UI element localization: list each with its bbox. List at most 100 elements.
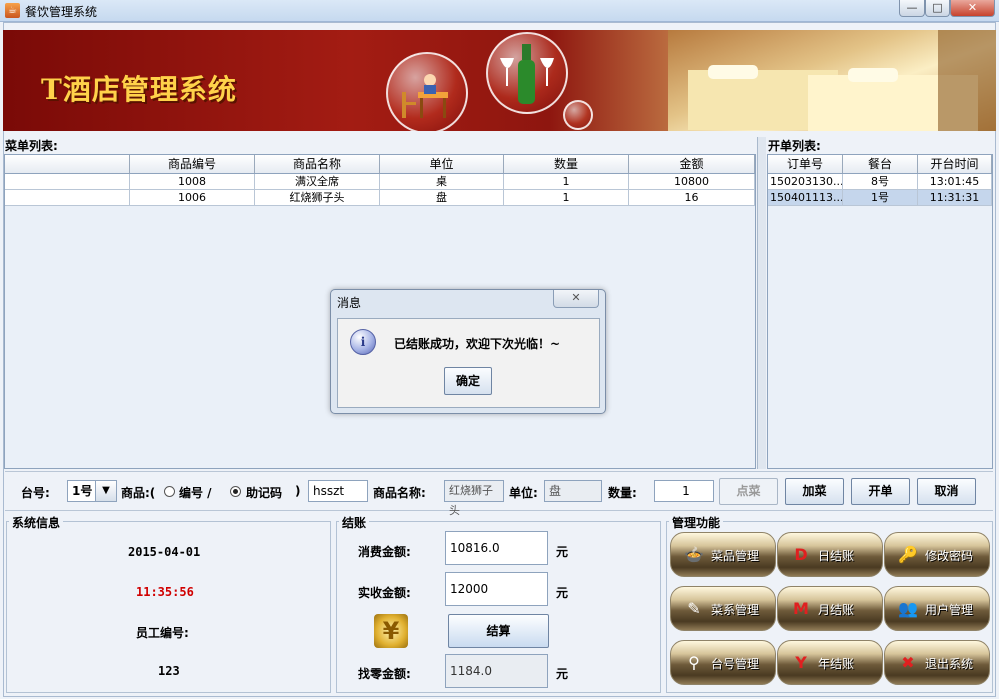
minimize-button[interactable]: —: [899, 0, 925, 17]
table-cell: 10800: [629, 174, 755, 189]
mgmt-button-label: 修改密码: [925, 549, 974, 563]
yuan-icon: ¥: [374, 614, 408, 648]
table-row-selected[interactable]: 150401113... 1号 11:31:31: [768, 190, 992, 206]
change-amount-label: 找零金额:: [358, 667, 411, 681]
dialog-body: i 已结账成功，欢迎下次光临！~ 确定: [337, 318, 600, 408]
wine-bubble-image: [486, 32, 568, 114]
window-titlebar: ☕ 餐饮管理系统 — □ ✕: [0, 0, 999, 22]
order-controls: 台号: 1号 ▼ 商品:( 编号 / 助记码 ) hsszt 商品名称: 红烧狮…: [5, 471, 993, 517]
dining-bubble-image: [386, 52, 468, 131]
dialog-close-button[interactable]: ✕: [553, 290, 599, 308]
mgmt-button[interactable]: ✎ 菜系管理: [670, 586, 776, 631]
paid-amount-input[interactable]: 12000: [445, 572, 548, 606]
users-icon: 👥: [898, 599, 918, 618]
order-col-header[interactable]: 开台时间: [918, 155, 992, 173]
mgmt-button[interactable]: D 日结账: [777, 532, 883, 577]
employee-no-label: 员工编号:: [136, 626, 189, 640]
table-cell: [5, 174, 130, 189]
menu-col-header[interactable]: 金额: [629, 155, 755, 173]
consume-amount-label: 消费金额:: [358, 545, 411, 559]
table-cell: 16: [629, 190, 755, 205]
daily-checkout-icon: D: [794, 545, 808, 564]
table-cell: 11:31:31: [918, 190, 992, 205]
order-list-table: 订单号 餐台 开台时间 150203130... 8号 13:01:45 150…: [767, 154, 993, 469]
qty-label: 数量:: [608, 486, 637, 500]
table-cell: 1: [504, 190, 629, 205]
goods-name-label: 商品名称:: [373, 486, 426, 500]
mgmt-button-label: 台号管理: [711, 657, 760, 671]
table-cell: 13:01:45: [918, 174, 992, 189]
table-row[interactable]: 150203130... 8号 13:01:45: [768, 174, 992, 190]
menu-col-header[interactable]: 单位: [380, 155, 504, 173]
mgmt-button[interactable]: 👥 用户管理: [884, 586, 990, 631]
open-order-button[interactable]: 开单: [851, 478, 910, 505]
mgmt-button-label: 日结账: [818, 549, 855, 563]
mgmt-button[interactable]: 🍲 菜品管理: [670, 532, 776, 577]
maximize-button[interactable]: □: [925, 0, 950, 17]
table-icon: ⚲: [688, 653, 700, 672]
cancel-button[interactable]: 取消: [917, 478, 976, 505]
mgmt-button[interactable]: Y 年结账: [777, 640, 883, 685]
chevron-down-icon[interactable]: ▼: [95, 481, 116, 501]
current-date: 2015-04-01: [128, 545, 201, 559]
table-cell: 桌: [380, 174, 504, 189]
current-time: 11:35:56: [136, 585, 194, 599]
menu-col-header[interactable]: [5, 155, 130, 173]
mnemonic-input[interactable]: hsszt: [308, 480, 368, 502]
order-dish-button[interactable]: 点菜: [719, 478, 778, 505]
hotel-room-image: [668, 30, 996, 131]
radio-mnemonic[interactable]: [230, 486, 241, 497]
dish-icon: 🍲: [684, 545, 704, 564]
monthly-checkout-icon: M: [793, 599, 809, 618]
mgmt-button[interactable]: ⚲ 台号管理: [670, 640, 776, 685]
system-info-title: 系统信息: [9, 514, 64, 531]
order-col-header[interactable]: 餐台: [843, 155, 918, 173]
message-dialog: 消息 ✕ i 已结账成功，欢迎下次光临！~ 确定: [330, 289, 606, 414]
change-amount-field: 1184.0: [445, 654, 548, 688]
consume-amount-field[interactable]: 10816.0: [445, 531, 548, 565]
menu-col-header[interactable]: 数量: [504, 155, 629, 173]
dialog-message: 已结账成功，欢迎下次光临！~: [394, 337, 561, 351]
window-title: 餐饮管理系统: [25, 5, 98, 19]
order-list-label: 开单列表:: [768, 139, 821, 153]
splitter-handle[interactable]: [757, 137, 766, 469]
menu-col-header[interactable]: 商品名称: [255, 155, 380, 173]
add-dish-button[interactable]: 加菜: [785, 478, 844, 505]
dialog-ok-button[interactable]: 确定: [444, 367, 492, 395]
mgmt-button-label: 退出系统: [925, 657, 974, 671]
table-cell: 盘: [380, 190, 504, 205]
order-col-header[interactable]: 订单号: [768, 155, 843, 173]
yuan-unit: 元: [556, 586, 569, 600]
management-title: 管理功能: [669, 514, 724, 531]
mgmt-button[interactable]: M 月结账: [777, 586, 883, 631]
mgmt-button-label: 菜品管理: [711, 549, 760, 563]
goods-name-field: 红烧狮子头: [444, 480, 504, 517]
exit-icon: ✖: [901, 653, 915, 672]
mgmt-button[interactable]: ✖ 退出系统: [884, 640, 990, 685]
mgmt-button-label: 菜系管理: [711, 603, 760, 617]
radio-mnemonic-label: 助记码: [246, 486, 283, 500]
menu-list-header: 商品编号 商品名称 单位 数量 金额: [5, 155, 755, 174]
yearly-checkout-icon: Y: [795, 653, 807, 672]
banner: T酒店管理系统: [3, 30, 996, 131]
checkout-title: 结账: [339, 514, 370, 531]
menu-col-header[interactable]: 商品编号: [130, 155, 255, 173]
table-cell: 8号: [843, 174, 918, 189]
java-app-icon: ☕: [5, 3, 20, 18]
table-row[interactable]: 1006 红烧狮子头 盘 1 16: [5, 190, 755, 206]
table-row[interactable]: 1008 满汉全席 桌 1 10800: [5, 174, 755, 190]
table-cell: 1号: [843, 190, 918, 205]
yuan-unit: 元: [556, 667, 569, 681]
employee-no-value: 123: [158, 664, 180, 678]
paren-close: ): [295, 484, 301, 498]
goods-label: 商品:(: [121, 486, 156, 500]
dialog-title: 消息: [337, 296, 362, 310]
settle-button[interactable]: 结算: [448, 614, 549, 648]
radio-code-label: 编号 /: [179, 486, 212, 500]
radio-code[interactable]: [164, 486, 175, 497]
qty-input[interactable]: 1: [654, 480, 714, 502]
cuisine-icon: ✎: [687, 599, 701, 618]
mgmt-button[interactable]: 🔑 修改密码: [884, 532, 990, 577]
window-close-button[interactable]: ✕: [950, 0, 995, 17]
table-cell: 1008: [130, 174, 255, 189]
